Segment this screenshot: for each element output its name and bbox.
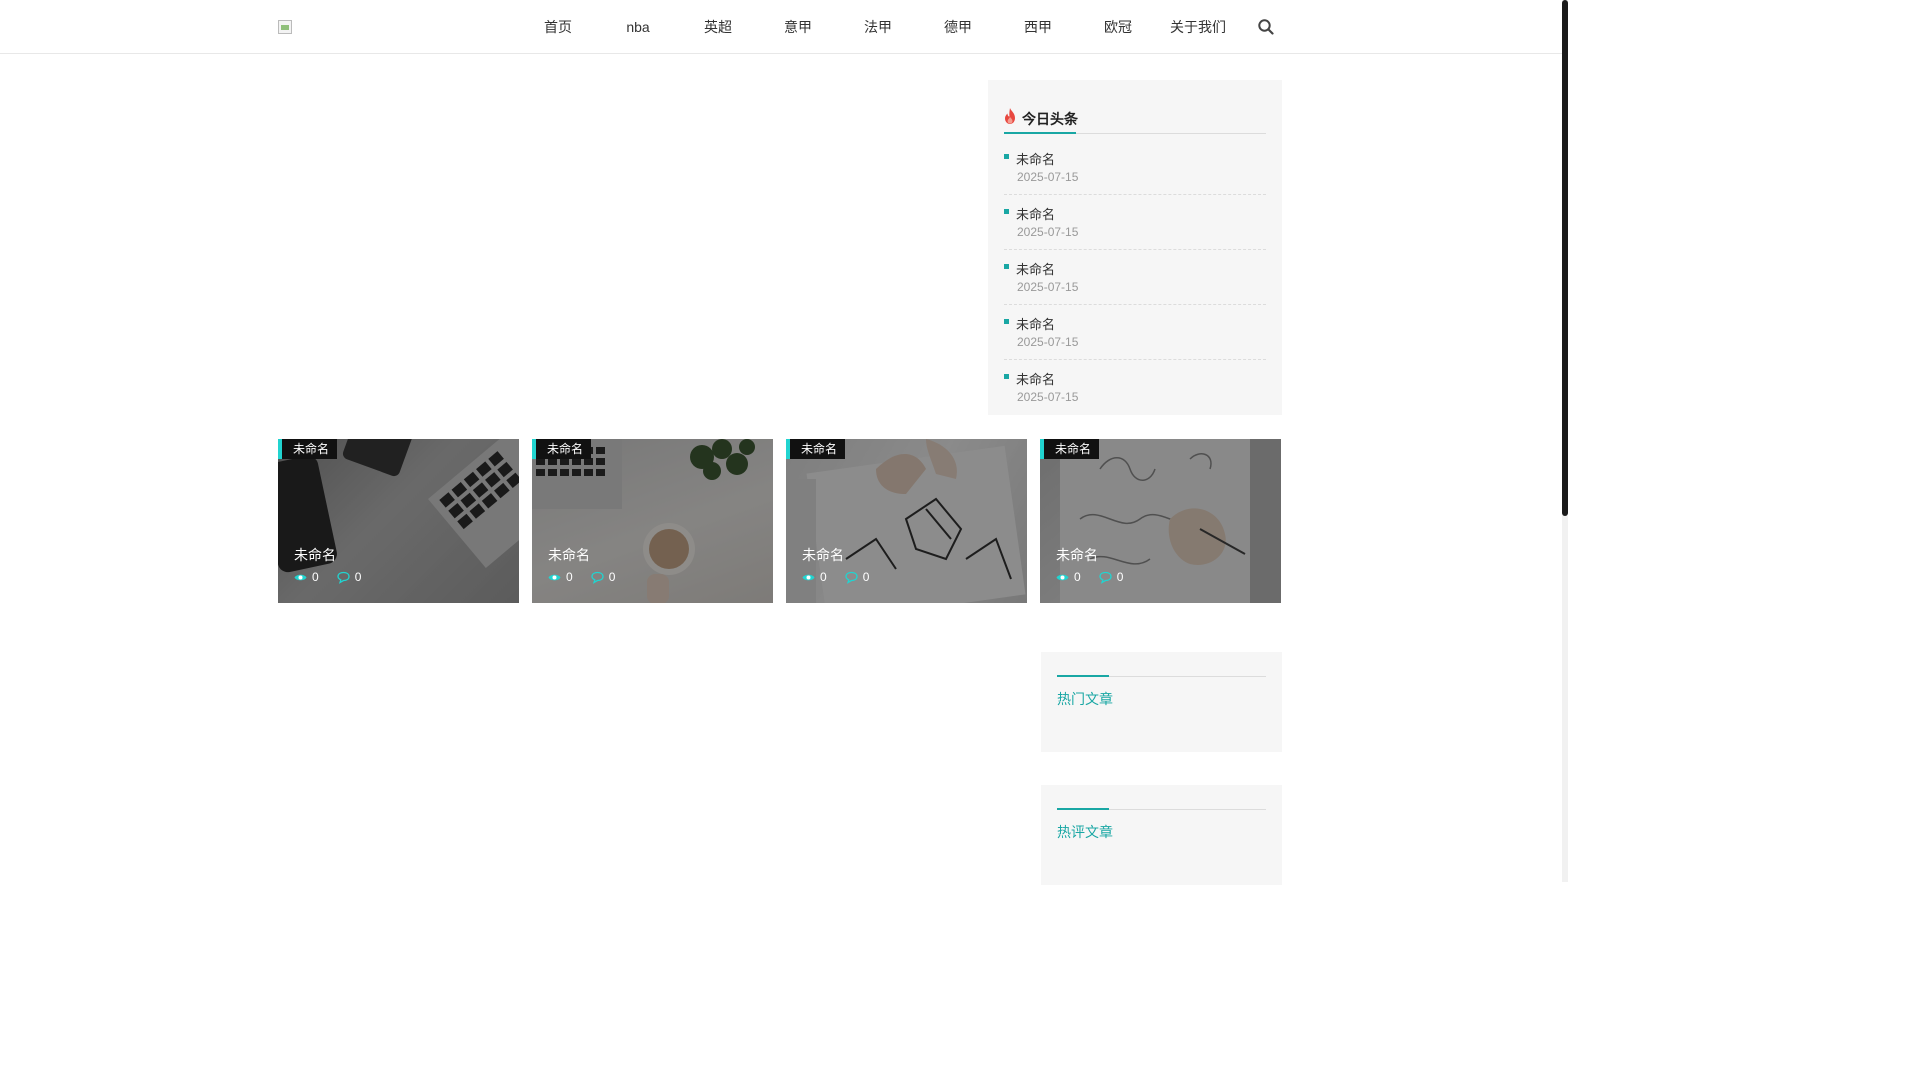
search-icon[interactable]	[1257, 18, 1275, 36]
category-tag[interactable]: 未命名	[786, 439, 846, 459]
eye-icon	[802, 571, 815, 584]
card-meta: 0 0	[548, 570, 633, 584]
nav-item-champions-league[interactable]: 欧冠	[1078, 0, 1158, 54]
nav-item-bundesliga[interactable]: 德甲	[918, 0, 998, 54]
page-scrollbar[interactable]	[1562, 0, 1568, 882]
comment-icon	[1099, 571, 1112, 584]
bullet-icon	[1004, 264, 1009, 269]
widget-divider	[1057, 675, 1266, 677]
headline-title[interactable]: 未命名	[1016, 149, 1055, 168]
bullet-icon	[1004, 209, 1009, 214]
headline-title[interactable]: 未命名	[1016, 369, 1055, 388]
article-card[interactable]: 未命名 未命名 0 0	[532, 439, 773, 603]
comment-icon	[591, 571, 604, 584]
nav-item-home[interactable]: 首页	[518, 0, 598, 54]
comment-count: 0	[1116, 570, 1124, 584]
hot-articles-title[interactable]: 热门文章	[1057, 689, 1266, 709]
headlines-title-underline	[1004, 132, 1076, 134]
eye-icon	[548, 571, 561, 584]
widget-divider-accent	[1057, 808, 1109, 810]
nav-item-nba[interactable]: nba	[598, 0, 678, 54]
headlines-header: 今日头条	[1004, 104, 1266, 134]
eye-icon	[294, 571, 307, 584]
list-item[interactable]: 未命名 2025-07-15	[1004, 360, 1266, 415]
view-count: 0	[312, 570, 319, 584]
card-title[interactable]: 未命名	[548, 545, 590, 565]
headlines-title: 今日头条	[1022, 110, 1078, 127]
eye-icon	[1056, 571, 1069, 584]
article-card[interactable]: 未命名 未命名 0 0	[278, 439, 519, 603]
nav-item-premier-league[interactable]: 英超	[678, 0, 758, 54]
view-count: 0	[820, 570, 827, 584]
headlines-list: 未命名 2025-07-15 未命名 2025-07-15 未命名 2025-0…	[1004, 140, 1266, 415]
bullet-icon	[1004, 374, 1009, 379]
featured-cards: 未命名 未命名 0 0 未命名 未命名 0 0 未命名 未命名 0 0 未命名 …	[278, 439, 1282, 603]
widget-divider-accent	[1057, 675, 1109, 677]
headline-title[interactable]: 未命名	[1016, 204, 1055, 223]
bullet-icon	[1004, 154, 1009, 159]
hot-comments-title[interactable]: 热评文章	[1057, 822, 1266, 842]
bullet-icon	[1004, 319, 1009, 324]
card-title[interactable]: 未命名	[1056, 545, 1098, 565]
main-nav: 首页 nba 英超 意甲 法甲 德甲 西甲 欧冠 关于我们	[518, 0, 1238, 54]
view-count: 0	[566, 570, 573, 584]
nav-item-about-us[interactable]: 关于我们	[1158, 0, 1238, 54]
headline-date: 2025-07-15	[1017, 225, 1079, 239]
headline-date: 2025-07-15	[1017, 390, 1079, 404]
nav-item-ligue-1[interactable]: 法甲	[838, 0, 918, 54]
comment-count: 0	[354, 570, 362, 584]
fire-icon	[1004, 108, 1016, 129]
list-item[interactable]: 未命名 2025-07-15	[1004, 140, 1266, 195]
card-title[interactable]: 未命名	[294, 545, 336, 565]
headline-date: 2025-07-15	[1017, 170, 1079, 184]
view-count: 0	[1074, 570, 1081, 584]
nav-item-la-liga[interactable]: 西甲	[998, 0, 1078, 54]
headline-date: 2025-07-15	[1017, 335, 1079, 349]
card-meta: 0 0	[1056, 570, 1141, 584]
card-title[interactable]: 未命名	[802, 545, 844, 565]
logo[interactable]	[278, 20, 292, 34]
widget-divider	[1057, 808, 1266, 810]
category-tag[interactable]: 未命名	[278, 439, 338, 459]
category-tag[interactable]: 未命名	[532, 439, 592, 459]
headline-title[interactable]: 未命名	[1016, 314, 1055, 333]
headlines-panel: 今日头条 未命名 2025-07-15 未命名 2025-07-15 未命名 2…	[988, 80, 1282, 415]
comment-count: 0	[862, 570, 870, 584]
article-card[interactable]: 未命名 未命名 0 0	[1040, 439, 1281, 603]
hot-comments-widget: 热评文章	[1041, 785, 1282, 885]
site-header: 首页 nba 英超 意甲 法甲 德甲 西甲 欧冠 关于我们	[0, 0, 1562, 54]
card-meta: 0 0	[802, 570, 887, 584]
headline-title[interactable]: 未命名	[1016, 259, 1055, 278]
list-item[interactable]: 未命名 2025-07-15	[1004, 195, 1266, 250]
nav-item-serie-a[interactable]: 意甲	[758, 0, 838, 54]
hot-articles-widget: 热门文章	[1041, 652, 1282, 752]
comment-count: 0	[608, 570, 616, 584]
scrollbar-thumb[interactable]	[1562, 0, 1568, 516]
headline-date: 2025-07-15	[1017, 280, 1079, 294]
card-meta: 0 0	[294, 570, 379, 584]
category-tag[interactable]: 未命名	[1040, 439, 1100, 459]
list-item[interactable]: 未命名 2025-07-15	[1004, 250, 1266, 305]
article-card[interactable]: 未命名 未命名 0 0	[786, 439, 1027, 603]
comment-icon	[845, 571, 858, 584]
comment-icon	[337, 571, 350, 584]
list-item[interactable]: 未命名 2025-07-15	[1004, 305, 1266, 360]
